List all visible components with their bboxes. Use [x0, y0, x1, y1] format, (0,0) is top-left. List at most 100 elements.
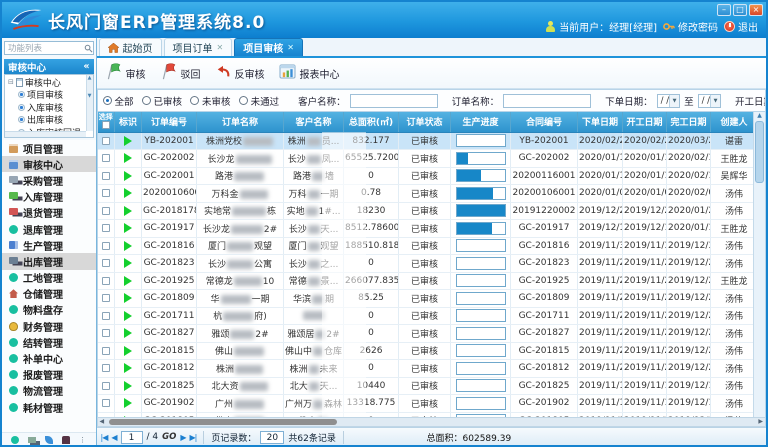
- col-header-1[interactable]: 标识: [115, 112, 142, 132]
- sidebar-module-14[interactable]: 报废管理: [2, 367, 96, 383]
- tab-1[interactable]: 项目订单 ✕: [164, 38, 233, 56]
- sidebar-module-4[interactable]: 退货管理: [2, 205, 96, 221]
- col-header-2[interactable]: 订单编号: [142, 112, 197, 132]
- collapse-icon[interactable]: «: [83, 61, 89, 72]
- sidebar-module-15[interactable]: 物流管理: [2, 383, 96, 399]
- table-row[interactable]: GC-2018178 实地常栋 实地1#... 18230 已审核 201912…: [98, 202, 758, 220]
- row-checkbox[interactable]: [102, 207, 110, 215]
- page-number-input[interactable]: 1: [121, 431, 143, 444]
- col-header-12[interactable]: 创建人: [711, 112, 758, 132]
- tree-vscrollbar[interactable]: ▲▼: [86, 75, 93, 131]
- table-row[interactable]: GC-201812 株洲 株洲未来 0 已审核 GC-201812 2019/1…: [98, 360, 758, 378]
- footer-leaf-icon[interactable]: [45, 436, 53, 444]
- table-row[interactable]: GC-201816 厦门观望 厦门观望 188510.818 已审核 GC-20…: [98, 237, 758, 255]
- table-row[interactable]: GC-201711 杭府) 0 已审核 GC-201711 2019/11/20…: [98, 307, 758, 325]
- function-search-input[interactable]: 功能列表: [4, 41, 94, 55]
- table-row[interactable]: GC-202001 路港 路港墙 0 已审核 20200116001 2020/…: [98, 167, 758, 185]
- sidebar-module-6[interactable]: 生产管理: [2, 237, 96, 253]
- tree-item-1[interactable]: 入库审核: [8, 101, 93, 114]
- row-checkbox[interactable]: [102, 242, 110, 250]
- toolbar-button-0[interactable]: 审核: [105, 63, 146, 83]
- hscroll-thumb[interactable]: [109, 419, 337, 425]
- go-button[interactable]: GO: [162, 432, 176, 442]
- customer-name-input[interactable]: [350, 94, 438, 108]
- maximize-button[interactable]: □: [733, 4, 747, 16]
- sidebar-module-10[interactable]: 物料盘存: [2, 302, 96, 318]
- col-header-10[interactable]: 开工日期: [623, 112, 667, 132]
- sidebar-module-9[interactable]: 仓储管理: [2, 286, 96, 302]
- row-checkbox[interactable]: [102, 347, 110, 355]
- col-header-7[interactable]: 生产进度: [451, 112, 511, 132]
- tree-root[interactable]: ⊟ 审核中心: [8, 76, 93, 89]
- order-date-from-input[interactable]: / /▼: [657, 94, 680, 108]
- row-checkbox[interactable]: [102, 399, 110, 407]
- col-header-6[interactable]: 订单状态: [399, 112, 451, 132]
- prev-page-button[interactable]: ◀: [111, 433, 116, 442]
- sidebar-module-16[interactable]: 耗材管理: [2, 399, 96, 415]
- tree-item-0[interactable]: 项目审核: [8, 89, 93, 102]
- row-checkbox[interactable]: [102, 259, 110, 267]
- sidebar-module-7[interactable]: 出库管理: [2, 253, 96, 269]
- footer-person-icon[interactable]: [62, 436, 70, 444]
- table-row[interactable]: GC-201917 长沙龙2# 长沙天... 8512.78600.. 已审核 …: [98, 220, 758, 238]
- row-checkbox[interactable]: [102, 364, 110, 372]
- logout-button[interactable]: 退出: [724, 19, 758, 34]
- next-page-button[interactable]: ▶: [180, 433, 185, 442]
- table-row[interactable]: GC-202002 长沙龙 长沙凤... 65525.7200.. 已审核 GC…: [98, 150, 758, 168]
- order-name-input[interactable]: [503, 94, 591, 108]
- sidebar-module-0[interactable]: 项目管理: [2, 140, 96, 156]
- sidebar-module-3[interactable]: 入库管理: [2, 189, 96, 205]
- sidebar-module-8[interactable]: 工地管理: [2, 270, 96, 286]
- table-row[interactable]: YB-202001 株洲党校 株洲员... 832.177 已审核 YB-202…: [98, 132, 758, 150]
- toolbar-button-3[interactable]: 报表中心: [279, 64, 340, 82]
- tree-item-2[interactable]: 出库审核: [8, 114, 93, 127]
- sidebar-module-1[interactable]: 审核中心: [2, 156, 96, 172]
- calendar-dropdown-icon[interactable]: ▼: [710, 95, 720, 107]
- table-row[interactable]: 20200106001 万科金 万科一期 0.78 已审核 2020010600…: [98, 185, 758, 203]
- page-size-input[interactable]: 20: [260, 431, 284, 444]
- table-row[interactable]: GC-201815 佛山 佛山中仓库 2626 已审核 GC-201815 20…: [98, 342, 758, 360]
- tree-hscrollbar[interactable]: [5, 131, 86, 137]
- col-header-8[interactable]: 合同编号: [511, 112, 578, 132]
- first-page-button[interactable]: |◀: [101, 433, 108, 442]
- row-checkbox[interactable]: [102, 312, 110, 320]
- toolbar-button-2[interactable]: 反审核: [215, 65, 265, 82]
- calendar-dropdown-icon[interactable]: ▼: [669, 95, 679, 107]
- hscroll-left-icon[interactable]: ◀: [100, 418, 105, 426]
- col-header-select[interactable]: 选择: [98, 112, 115, 132]
- table-row[interactable]: GC-201809 华一期 华滨期 85.25 已审核 GC-201809 20…: [98, 290, 758, 308]
- minimize-button[interactable]: –: [717, 4, 731, 16]
- grid-vscrollbar[interactable]: ▲: [753, 112, 765, 417]
- row-checkbox[interactable]: [102, 154, 110, 162]
- sidebar-module-12[interactable]: 结转管理: [2, 334, 96, 350]
- col-header-9[interactable]: 下单日期: [578, 112, 623, 132]
- tab-0[interactable]: 起始页: [99, 38, 162, 56]
- row-checkbox[interactable]: [102, 224, 110, 232]
- sidebar-module-13[interactable]: 补单中心: [2, 350, 96, 366]
- vscroll-thumb[interactable]: [755, 121, 764, 183]
- table-row[interactable]: GC-201902 广州 广州万森林 13318.775 已审核 GC-2019…: [98, 395, 758, 413]
- col-header-3[interactable]: 订单名称: [197, 112, 284, 132]
- close-icon[interactable]: ✕: [287, 43, 294, 52]
- row-checkbox[interactable]: [102, 294, 110, 302]
- row-checkbox[interactable]: [102, 382, 110, 390]
- change-password-button[interactable]: 修改密码: [663, 19, 718, 34]
- table-row[interactable]: GC-201827 雅颂2# 雅颂居2# 0 已审核 GC-201827 201…: [98, 325, 758, 343]
- select-all-checkbox[interactable]: [102, 121, 110, 129]
- row-checkbox[interactable]: [102, 329, 110, 337]
- footer-dot-icon[interactable]: [11, 436, 19, 444]
- sidebar-panel-header[interactable]: 审核中心 «: [4, 59, 94, 74]
- hscroll-right-icon[interactable]: ▶: [758, 418, 763, 426]
- order-date-to-input[interactable]: / /▼: [698, 94, 721, 108]
- row-checkbox[interactable]: [102, 172, 110, 180]
- sidebar-module-5[interactable]: 退库管理: [2, 221, 96, 237]
- sidebar-module-11[interactable]: 财务管理: [2, 318, 96, 334]
- radio-2[interactable]: [190, 96, 199, 105]
- table-row[interactable]: GC-201925 常德龙10 常德景... 266077.835.. 已审核 …: [98, 272, 758, 290]
- col-header-4[interactable]: 客户名称: [284, 112, 344, 132]
- col-header-11[interactable]: 完工日期: [667, 112, 711, 132]
- toolbar-button-1[interactable]: 驳回: [160, 63, 201, 83]
- col-header-5[interactable]: 总面积(㎡): [344, 112, 399, 132]
- last-page-button[interactable]: ▶|: [190, 433, 197, 442]
- radio-3[interactable]: [239, 96, 248, 105]
